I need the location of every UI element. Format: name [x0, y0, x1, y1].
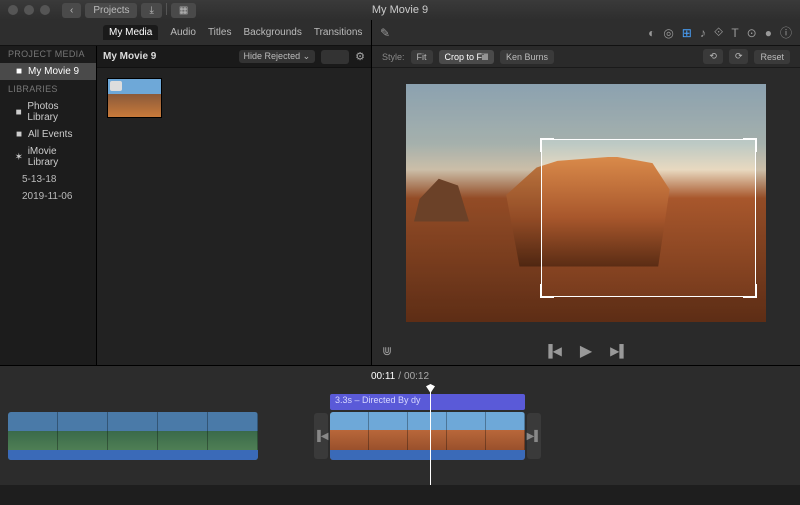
sidebar: PROJECT MEDIA ■My Movie 9 LIBRARIES ■Pho… [0, 20, 97, 365]
wand-icon[interactable]: ✎ [380, 26, 390, 40]
sidebar-item-events[interactable]: ■All Events [0, 126, 96, 143]
audio-icon[interactable]: ♪ [700, 26, 706, 40]
style-crop-fill[interactable]: Crop to Fill [439, 50, 495, 64]
events-icon: ■ [14, 129, 24, 140]
rotate-cw-button[interactable]: ⟳ [729, 49, 749, 64]
viewer-panel: ✎ ◐ ◎ ⊞ ♪ ⟐ T ⊙ ● ⓘ Style: Fit Crop to F… [372, 20, 800, 365]
crop-style-bar: Style: Fit Crop to Fill Ken Burns ⟲ ⟳ Re… [372, 46, 800, 68]
playback-controls: ⋓ ▐◀ ▶ ▶▌ [372, 337, 800, 365]
libraries-header: LIBRARIES [0, 80, 96, 98]
gear-icon[interactable]: ⚙ [355, 50, 365, 63]
viewer-toolbar: ✎ ◐ ◎ ⊞ ♪ ⟐ T ⊙ ● ⓘ [372, 20, 800, 46]
search-input[interactable] [321, 50, 349, 64]
filter-icon[interactable]: ⊙ [747, 26, 757, 40]
crop-handle-tr[interactable] [743, 138, 757, 152]
crop-handle-tl[interactable] [540, 138, 554, 152]
media-thumbnail[interactable] [107, 78, 162, 118]
traffic-lights[interactable] [8, 5, 50, 15]
mic-icon[interactable]: ⋓ [382, 344, 392, 358]
sidebar-item-photos[interactable]: ■Photos Library [0, 98, 96, 126]
tab-audio[interactable]: Audio [170, 27, 196, 38]
projects-button[interactable]: Projects [85, 3, 137, 18]
sidebar-sub-2[interactable]: 2019-11-06 [0, 188, 96, 205]
filter-dropdown[interactable]: Hide Rejected ⌄ [239, 50, 316, 63]
sidebar-sub-1[interactable]: 5-13-18 [0, 171, 96, 188]
window-title: My Movie 9 [372, 4, 428, 16]
speed-icon[interactable]: ● [765, 26, 772, 40]
project-media-header: PROJECT MEDIA [0, 45, 96, 63]
window-titlebar: ‹ Projects ⤓ ▦ My Movie 9 [0, 0, 800, 20]
tab-my-media[interactable]: My Media [103, 25, 158, 40]
style-ken-burns[interactable]: Ken Burns [500, 50, 554, 64]
crop-rectangle[interactable] [541, 139, 756, 297]
grid-button[interactable]: ▦ [171, 3, 196, 18]
time-current: 00:11 [371, 371, 395, 382]
browser-tabs: My Media Audio Titles Backgrounds Transi… [0, 20, 371, 46]
timeline: 00:11 / 00:12 3.3s – Directed By dy ▐◀ ▶… [0, 365, 800, 485]
color-correct-icon[interactable]: ◎ [663, 26, 673, 40]
play-button[interactable]: ▶ [580, 341, 592, 361]
tab-titles[interactable]: Titles [208, 27, 232, 38]
clip-title-bar[interactable]: 3.3s – Directed By dy [330, 394, 525, 410]
crop-handle-br[interactable] [743, 284, 757, 298]
text-icon[interactable]: T [731, 26, 738, 40]
filter-bar: My Movie 9 Hide Rejected ⌄ ⚙ [97, 46, 371, 68]
reset-button[interactable]: Reset [754, 50, 790, 64]
import-button[interactable]: ⤓ [141, 3, 161, 18]
stabilize-icon[interactable]: ⟐ [714, 25, 723, 40]
timeline-clip-a[interactable] [8, 412, 258, 460]
thumbnail-grid [97, 68, 371, 365]
playhead[interactable] [430, 386, 431, 485]
asset-browser: My Media Audio Titles Backgrounds Transi… [97, 20, 372, 365]
color-balance-icon[interactable]: ◐ [648, 26, 655, 40]
breadcrumb[interactable]: My Movie 9 [103, 51, 156, 62]
tab-transitions[interactable]: Transitions [314, 27, 363, 38]
video-canvas[interactable] [406, 84, 766, 322]
sidebar-item-imovie[interactable]: ✶iMovie Library [0, 143, 96, 171]
timeline-tracks[interactable]: 3.3s – Directed By dy ▐◀ ▶▌ [0, 386, 800, 485]
transition-cap-left[interactable]: ▐◀ [314, 413, 328, 459]
crop-icon[interactable]: ⊞ [682, 26, 692, 40]
style-label: Style: [382, 52, 405, 62]
timeline-header: 00:11 / 00:12 [0, 366, 800, 386]
back-button[interactable]: ‹ [62, 3, 81, 18]
style-fit[interactable]: Fit [411, 50, 433, 64]
library-icon: ✶ [14, 152, 24, 163]
project-icon: ■ [14, 66, 24, 77]
sidebar-project[interactable]: ■My Movie 9 [0, 63, 96, 80]
timeline-clip-b[interactable] [330, 412, 525, 460]
next-button[interactable]: ▶▌ [610, 344, 628, 358]
crop-handle-bl[interactable] [540, 284, 554, 298]
transition-cap-right[interactable]: ▶▌ [527, 413, 541, 459]
time-total: 00:12 [404, 371, 429, 382]
info-icon[interactable]: ⓘ [780, 24, 792, 41]
preview-area [372, 68, 800, 337]
rotate-ccw-button[interactable]: ⟲ [703, 49, 723, 64]
prev-button[interactable]: ▐◀ [544, 344, 562, 358]
tab-backgrounds[interactable]: Backgrounds [243, 27, 301, 38]
photos-icon: ■ [14, 107, 23, 118]
